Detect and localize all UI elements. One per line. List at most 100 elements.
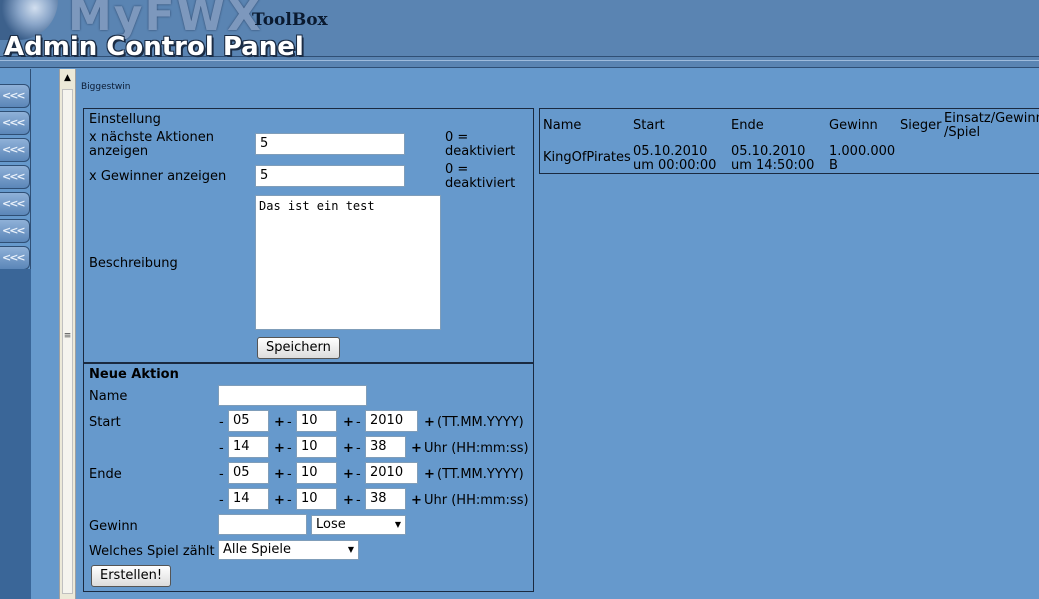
decrement-day-button[interactable]: -	[219, 416, 224, 430]
increment-month-button[interactable]: +	[343, 416, 354, 430]
date-format-hint: (TT.MM.YYYY)	[437, 467, 524, 482]
winners-label: x Gewinner anzeigen	[89, 169, 227, 184]
end-day-input[interactable]: 05	[228, 462, 269, 484]
main-content: Biggestwin Einstellung x nächste Aktione…	[77, 69, 1039, 599]
table-header-start: Start	[633, 118, 665, 133]
increment-day-button[interactable]: +	[274, 468, 285, 482]
date-format-hint: (TT.MM.YYYY)	[437, 415, 524, 430]
increment-hour-button[interactable]: +	[274, 494, 285, 508]
start-year-input[interactable]: 2010	[365, 410, 418, 432]
winners-input[interactable]: 5	[255, 165, 405, 187]
sidebar: <<< <<< <<< <<< <<< <<< <<<	[0, 69, 31, 599]
start-label: Start	[89, 415, 121, 430]
game-select[interactable]: Alle Spiele ▼	[218, 540, 359, 560]
settings-heading: Einstellung	[89, 112, 161, 127]
decrement-minute-button[interactable]: -	[287, 494, 292, 508]
increment-year-button[interactable]: +	[424, 416, 435, 430]
table-cell-name: KingOfPirates	[543, 150, 631, 165]
prize-type-select[interactable]: Lose ▼	[311, 515, 406, 535]
increment-day-button[interactable]: +	[274, 416, 285, 430]
increment-second-button[interactable]: +	[411, 442, 422, 456]
start-day-input[interactable]: 05	[228, 410, 269, 432]
description-textarea[interactable]: Das ist ein test	[255, 195, 441, 330]
next-actions-label: x nächste Aktionen	[89, 130, 214, 145]
table-cell-start: um 00:00:00	[633, 158, 717, 173]
prize-type-value: Lose	[316, 517, 346, 532]
start-month-input[interactable]: 10	[296, 410, 337, 432]
increment-year-button[interactable]: +	[424, 468, 435, 482]
increment-minute-button[interactable]: +	[343, 494, 354, 508]
toolbox-label: ToolBox	[252, 10, 328, 30]
decrement-second-button[interactable]: -	[356, 442, 361, 456]
chevron-down-icon: ▼	[347, 545, 354, 554]
chevron-down-icon: ▼	[394, 520, 401, 529]
increment-hour-button[interactable]: +	[274, 442, 285, 456]
increment-second-button[interactable]: +	[411, 494, 422, 508]
table-cell-end: 05.10.2010	[731, 144, 806, 159]
game-label: Welches Spiel zählt	[89, 544, 215, 559]
next-actions-note: 0 =	[445, 130, 469, 145]
table-header-winner: Sieger	[900, 118, 942, 133]
description-label: Beschreibung	[89, 256, 178, 271]
save-button[interactable]: Speichern	[257, 337, 340, 359]
sidebar-collapse-button[interactable]: <<<	[0, 138, 30, 162]
scroll-up-icon[interactable]: ▲	[60, 73, 75, 87]
start-hour-input[interactable]: 14	[228, 436, 269, 458]
scrollbar[interactable]: ▲ ≡	[59, 69, 76, 599]
decrement-second-button[interactable]: -	[356, 494, 361, 508]
table-header-name: Name	[543, 118, 582, 133]
decrement-hour-button[interactable]: -	[219, 494, 224, 508]
sidebar-collapse-button[interactable]: <<<	[0, 192, 30, 216]
start-second-input[interactable]: 38	[365, 436, 406, 458]
game-value: Alle Spiele	[223, 542, 291, 557]
end-minute-input[interactable]: 10	[296, 488, 337, 510]
end-second-input[interactable]: 38	[365, 488, 406, 510]
table-header-end: Ende	[731, 118, 764, 133]
decrement-hour-button[interactable]: -	[219, 442, 224, 456]
end-month-input[interactable]: 10	[296, 462, 337, 484]
decrement-day-button[interactable]: -	[219, 468, 224, 482]
end-hour-input[interactable]: 14	[228, 488, 269, 510]
breadcrumb: Biggestwin	[81, 82, 131, 92]
name-input[interactable]	[218, 385, 367, 406]
decrement-minute-button[interactable]: -	[287, 442, 292, 456]
new-action-heading: Neue Aktion	[89, 367, 179, 382]
decrement-month-button[interactable]: -	[287, 416, 292, 430]
increment-month-button[interactable]: +	[343, 468, 354, 482]
time-format-hint: Uhr (HH:mm:ss)	[424, 493, 529, 508]
next-actions-input[interactable]: 5	[255, 133, 405, 155]
decrement-year-button[interactable]: -	[356, 468, 361, 482]
winners-note: 0 =	[445, 162, 469, 177]
end-label: Ende	[89, 467, 122, 482]
end-year-input[interactable]: 2010	[365, 462, 418, 484]
table-header-stake: Einsatz/Gewinn	[944, 111, 1039, 126]
decrement-year-button[interactable]: -	[356, 416, 361, 430]
increment-minute-button[interactable]: +	[343, 442, 354, 456]
grip-icon[interactable]: ≡	[63, 331, 72, 341]
header: MyFWX Admin Control Panel ToolBox	[0, 0, 1039, 68]
table-header-stake: /Spiel	[944, 125, 981, 140]
decrement-month-button[interactable]: -	[287, 468, 292, 482]
table-header-prize: Gewinn	[829, 118, 878, 133]
table-cell-end: um 14:50:00	[731, 158, 815, 173]
scroll-track[interactable]	[62, 89, 73, 594]
sidebar-collapse-button[interactable]: <<<	[0, 219, 30, 243]
table-cell-prize: B	[829, 158, 838, 173]
table-cell-prize: 1.000.000	[829, 144, 896, 159]
sidebar-collapse-button[interactable]: <<<	[0, 84, 30, 108]
new-action-panel: Neue Aktion Name Start - 05 + - 10 + - 2…	[83, 362, 534, 592]
table-cell-start: 05.10.2010	[633, 144, 708, 159]
time-format-hint: Uhr (HH:mm:ss)	[424, 441, 529, 456]
sidebar-collapse-button[interactable]: <<<	[0, 165, 30, 189]
name-label: Name	[89, 389, 128, 404]
create-button[interactable]: Erstellen!	[91, 565, 172, 587]
prize-label: Gewinn	[89, 519, 138, 534]
sidebar-collapse-button[interactable]: <<<	[0, 246, 30, 270]
next-actions-note: deaktiviert	[445, 144, 516, 159]
sidebar-collapse-button[interactable]: <<<	[0, 111, 30, 135]
app-title: Admin Control Panel	[4, 32, 304, 62]
prize-input[interactable]	[218, 514, 307, 535]
settings-panel: Einstellung x nächste Aktionen anzeigen …	[83, 108, 534, 364]
start-minute-input[interactable]: 10	[296, 436, 337, 458]
sidebar-background	[0, 269, 31, 599]
